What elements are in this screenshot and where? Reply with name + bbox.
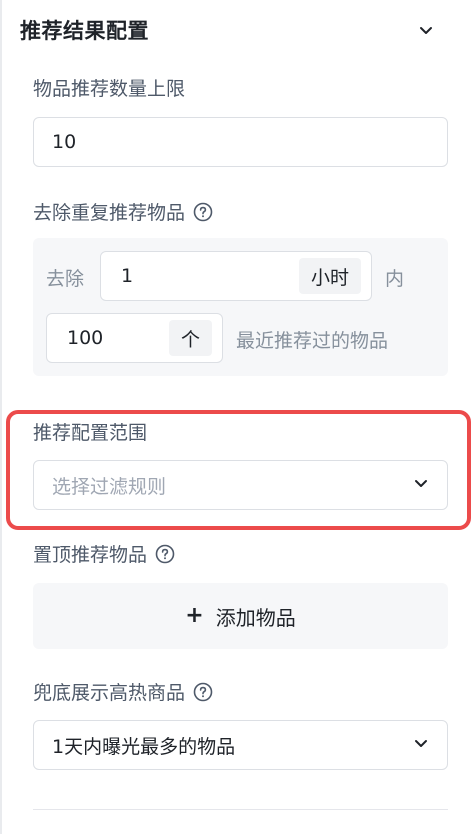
- dedupe-hours-input[interactable]: 1 小时: [100, 251, 372, 301]
- dedupe-panel: 去除 1 小时 内 100 个 最近推荐过的物品: [33, 238, 448, 376]
- dedupe-hours-value: 1: [121, 265, 134, 287]
- dedupe-suffix: 最近推荐过的物品: [236, 330, 389, 352]
- scope-label: 推荐配置范围: [33, 418, 147, 445]
- scope-label-text: 推荐配置范围: [33, 422, 148, 444]
- chevron-down-icon: [413, 474, 429, 496]
- help-icon[interactable]: [193, 682, 213, 702]
- fallback-label: 兜底展示高热商品: [33, 678, 213, 705]
- help-icon[interactable]: [155, 544, 175, 564]
- fallback-label-text: 兜底展示高热商品: [33, 682, 186, 704]
- left-border-line: [0, 0, 2, 834]
- section-header[interactable]: 推荐结果配置: [20, 14, 440, 46]
- dedupe-count-value: 100: [67, 327, 104, 349]
- count-unit-tag: 个: [168, 320, 212, 356]
- dedupe-count-input[interactable]: 100 个: [46, 313, 223, 363]
- fallback-selected-value: 1天内曝光最多的物品: [52, 735, 236, 758]
- divider: [33, 809, 448, 810]
- limit-label: 物品推荐数量上限: [33, 74, 185, 101]
- help-icon[interactable]: [193, 202, 213, 222]
- fallback-select[interactable]: 1天内曝光最多的物品: [33, 720, 448, 770]
- filter-rule-select[interactable]: 选择过滤规则: [33, 460, 448, 510]
- add-item-button[interactable]: + 添加物品: [33, 583, 448, 649]
- dedupe-prefix: 去除: [46, 268, 85, 290]
- section-title: 推荐结果配置: [20, 19, 149, 43]
- hours-unit-tag: 小时: [298, 258, 361, 294]
- limit-label-text: 物品推荐数量上限: [33, 78, 186, 100]
- chevron-down-icon[interactable]: [412, 16, 440, 44]
- dedupe-label-text: 去除重复推荐物品: [33, 202, 186, 224]
- filter-rule-placeholder: 选择过滤规则: [52, 475, 167, 498]
- chevron-down-icon: [413, 734, 429, 756]
- plus-icon: +: [185, 603, 204, 628]
- limit-input[interactable]: 10: [33, 117, 448, 167]
- add-item-label: 添加物品: [215, 605, 296, 630]
- dedupe-label: 去除重复推荐物品: [33, 198, 213, 225]
- pinned-label: 置顶推荐物品: [33, 540, 175, 567]
- dedupe-within: 内: [385, 268, 405, 290]
- limit-input-value: 10: [52, 131, 77, 153]
- pinned-label-text: 置顶推荐物品: [33, 544, 148, 566]
